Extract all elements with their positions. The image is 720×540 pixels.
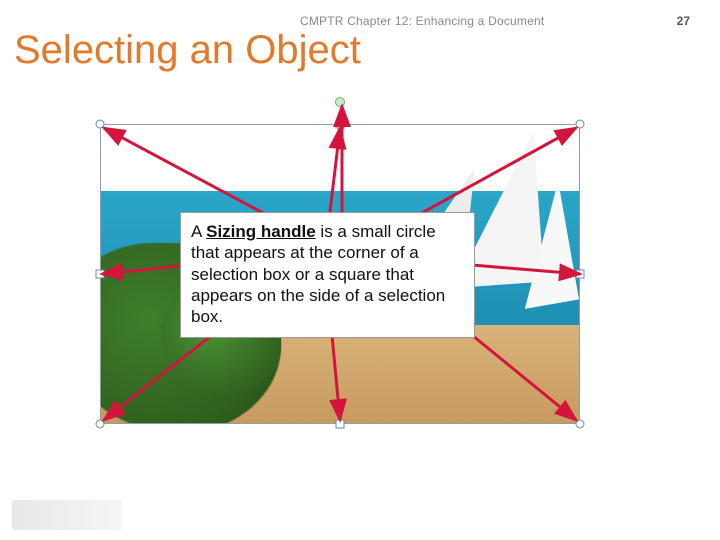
publisher-logo <box>12 500 122 530</box>
page-title: Selecting an Object <box>14 28 361 73</box>
sizing-handle-corner[interactable] <box>576 120 585 129</box>
callout-lead: A <box>191 222 206 241</box>
slide: CMPTR Chapter 12: Enhancing a Document 2… <box>0 0 720 540</box>
sizing-handle-corner[interactable] <box>576 420 585 429</box>
sizing-handle-side[interactable] <box>576 270 585 279</box>
sizing-handle-corner[interactable] <box>96 120 105 129</box>
sizing-handle-corner[interactable] <box>96 420 105 429</box>
figure: A Sizing handle is a small circle that a… <box>100 124 580 424</box>
rotation-handle[interactable] <box>335 97 345 107</box>
sizing-handle-side[interactable] <box>96 270 105 279</box>
callout-term: Sizing handle <box>206 222 316 241</box>
chapter-label: CMPTR Chapter 12: Enhancing a Document <box>300 14 544 28</box>
sizing-handle-side[interactable] <box>336 420 345 429</box>
sizing-handle-side[interactable] <box>336 120 345 129</box>
page-number: 27 <box>677 14 690 28</box>
callout-box: A Sizing handle is a small circle that a… <box>180 212 475 338</box>
